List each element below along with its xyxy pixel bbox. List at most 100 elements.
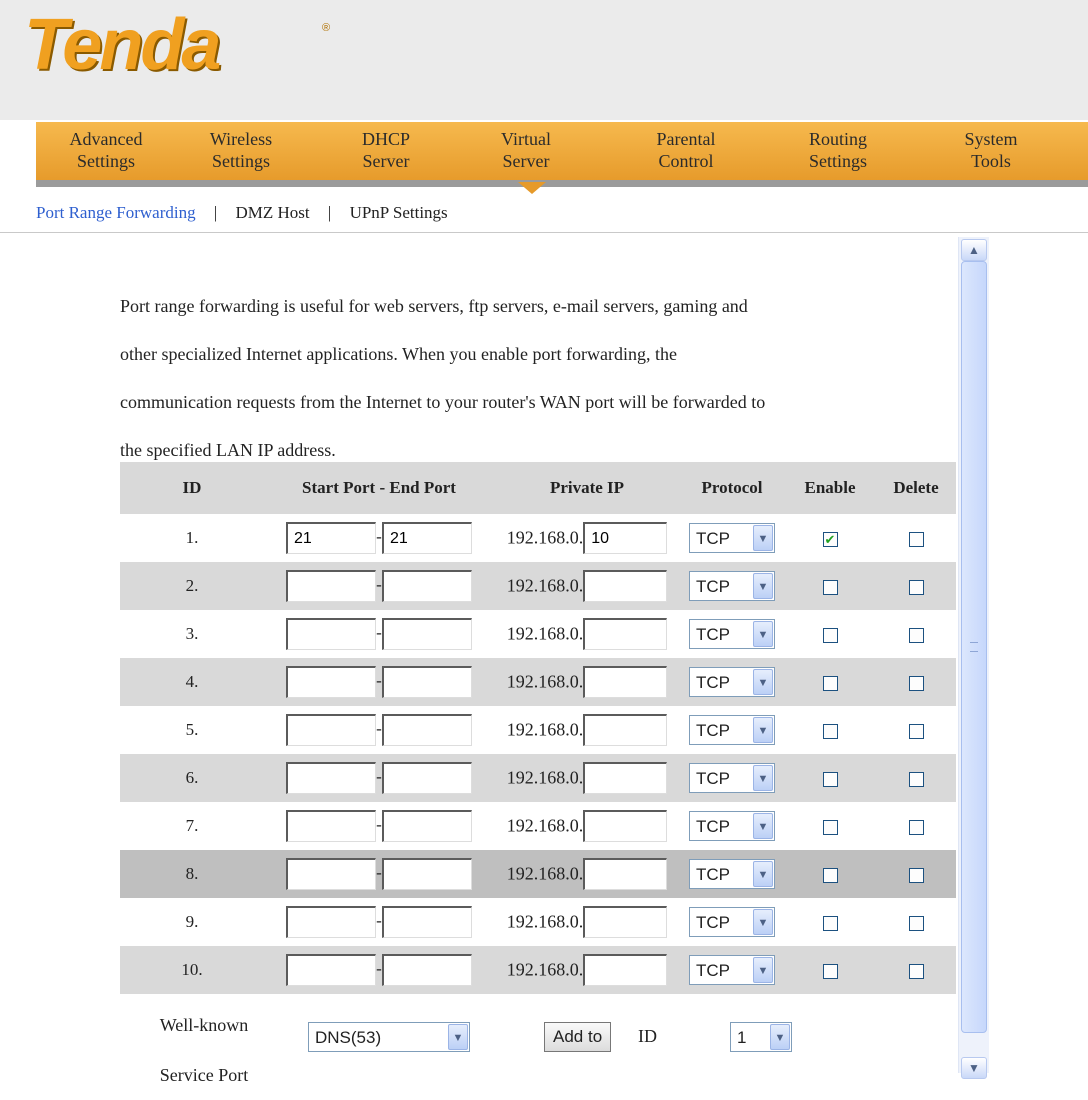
delete-checkbox[interactable] [908, 579, 924, 595]
start-port-input[interactable] [286, 810, 376, 842]
enable-checkbox[interactable] [822, 723, 838, 739]
protocol-select[interactable]: TCP ▼ [689, 859, 775, 889]
protocol-select[interactable]: TCP ▼ [689, 811, 775, 841]
delete-cell [876, 802, 956, 850]
start-port-input[interactable] [286, 522, 376, 554]
port-range-cell: - [264, 898, 494, 946]
delete-checkbox[interactable] [908, 819, 924, 835]
scroll-up-icon[interactable]: ▲ [961, 239, 987, 261]
ip-suffix-input[interactable] [583, 762, 668, 794]
row-id: 2. [120, 562, 264, 610]
start-port-input[interactable] [286, 714, 376, 746]
protocol-cell: TCP ▼ [680, 706, 784, 754]
enable-checkbox[interactable] [822, 915, 838, 931]
nav-label: Control [658, 151, 714, 171]
ip-suffix-input[interactable] [583, 906, 668, 938]
end-port-input[interactable] [382, 666, 472, 698]
end-port-input[interactable] [382, 762, 472, 794]
ip-suffix-input[interactable] [583, 954, 668, 986]
nav-advanced-settings[interactable]: Advanced Settings [46, 128, 166, 172]
protocol-select[interactable]: TCP ▼ [689, 763, 775, 793]
end-port-input[interactable] [382, 906, 472, 938]
enable-checkbox[interactable] [822, 963, 838, 979]
scroll-thumb[interactable] [961, 261, 987, 1033]
scroll-down-icon[interactable]: ▼ [961, 1057, 987, 1079]
ip-suffix-input[interactable] [583, 666, 668, 698]
subnav-port-range-forwarding[interactable]: Port Range Forwarding [36, 203, 196, 222]
nav-label: Settings [211, 151, 270, 171]
ip-suffix-input[interactable] [583, 714, 668, 746]
protocol-select[interactable]: TCP ▼ [689, 907, 775, 937]
protocol-select[interactable]: TCP ▼ [689, 571, 775, 601]
nav-virtual-server[interactable]: Virtual Server [476, 128, 576, 172]
subnav-upnp-settings[interactable]: UPnP Settings [350, 203, 448, 222]
protocol-cell: TCP ▼ [680, 946, 784, 994]
start-port-input[interactable] [286, 618, 376, 650]
enable-cell [784, 850, 876, 898]
enable-checkbox[interactable]: ✔ [822, 531, 838, 547]
delete-checkbox[interactable] [908, 627, 924, 643]
ip-prefix: 192.168.0. [506, 815, 584, 836]
service-port-select[interactable]: DNS(53) ▼ [308, 1022, 470, 1052]
end-port-input[interactable] [382, 858, 472, 890]
delete-cell [876, 898, 956, 946]
start-port-input[interactable] [286, 954, 376, 986]
ip-prefix: 192.168.0. [506, 959, 584, 980]
start-port-input[interactable] [286, 570, 376, 602]
nav-dhcp-server[interactable]: DHCP Server [336, 128, 436, 172]
add-to-button[interactable]: Add to [544, 1022, 612, 1052]
end-port-input[interactable] [382, 570, 472, 602]
nav-parental-control[interactable]: Parental Control [636, 128, 736, 172]
select-value: TCP [696, 817, 730, 836]
end-port-input[interactable] [382, 810, 472, 842]
start-port-input[interactable] [286, 906, 376, 938]
table-row: 5. -192.168.0. TCP ▼ [120, 706, 956, 754]
start-port-input[interactable] [286, 666, 376, 698]
select-value: DNS(53) [315, 1028, 382, 1047]
port-range-cell: - [264, 514, 494, 562]
nav-label: System [964, 129, 1018, 149]
enable-checkbox[interactable] [822, 675, 838, 691]
ip-suffix-input[interactable] [583, 570, 668, 602]
table-row: 6. -192.168.0. TCP ▼ [120, 754, 956, 802]
nav-label: Routing [808, 129, 867, 149]
enable-cell [784, 658, 876, 706]
nav-wireless-settings[interactable]: Wireless Settings [186, 128, 296, 172]
delete-checkbox[interactable] [908, 915, 924, 931]
chevron-down-icon: ▼ [770, 1024, 790, 1050]
enable-checkbox[interactable] [822, 819, 838, 835]
delete-checkbox[interactable] [908, 963, 924, 979]
delete-checkbox[interactable] [908, 531, 924, 547]
enable-checkbox[interactable] [822, 579, 838, 595]
delete-checkbox[interactable] [908, 675, 924, 691]
vertical-scrollbar[interactable]: ▲ ▼ [958, 237, 989, 1079]
end-port-input[interactable] [382, 618, 472, 650]
protocol-select[interactable]: TCP ▼ [689, 715, 775, 745]
target-id-select[interactable]: 1 ▼ [730, 1022, 792, 1052]
delete-checkbox[interactable] [908, 771, 924, 787]
end-port-input[interactable] [382, 954, 472, 986]
subnav-dmz-host[interactable]: DMZ Host [236, 203, 310, 222]
protocol-select[interactable]: TCP ▼ [689, 523, 775, 553]
ip-prefix: 192.168.0. [506, 575, 584, 596]
ip-suffix-input[interactable] [583, 858, 668, 890]
ip-suffix-input[interactable] [583, 522, 668, 554]
nav-system-tools[interactable]: System Tools [946, 128, 1036, 172]
start-port-input[interactable] [286, 858, 376, 890]
end-port-input[interactable] [382, 522, 472, 554]
select-value: TCP [696, 865, 730, 884]
ip-suffix-input[interactable] [583, 810, 668, 842]
protocol-select[interactable]: TCP ▼ [689, 667, 775, 697]
protocol-select[interactable]: TCP ▼ [689, 955, 775, 985]
enable-checkbox[interactable] [822, 867, 838, 883]
start-port-input[interactable] [286, 762, 376, 794]
chevron-down-icon: ▼ [753, 621, 773, 647]
enable-checkbox[interactable] [822, 771, 838, 787]
nav-routing-settings[interactable]: Routing Settings [788, 128, 888, 172]
end-port-input[interactable] [382, 714, 472, 746]
delete-checkbox[interactable] [908, 723, 924, 739]
delete-checkbox[interactable] [908, 867, 924, 883]
protocol-select[interactable]: TCP ▼ [689, 619, 775, 649]
ip-suffix-input[interactable] [583, 618, 668, 650]
enable-checkbox[interactable] [822, 627, 838, 643]
